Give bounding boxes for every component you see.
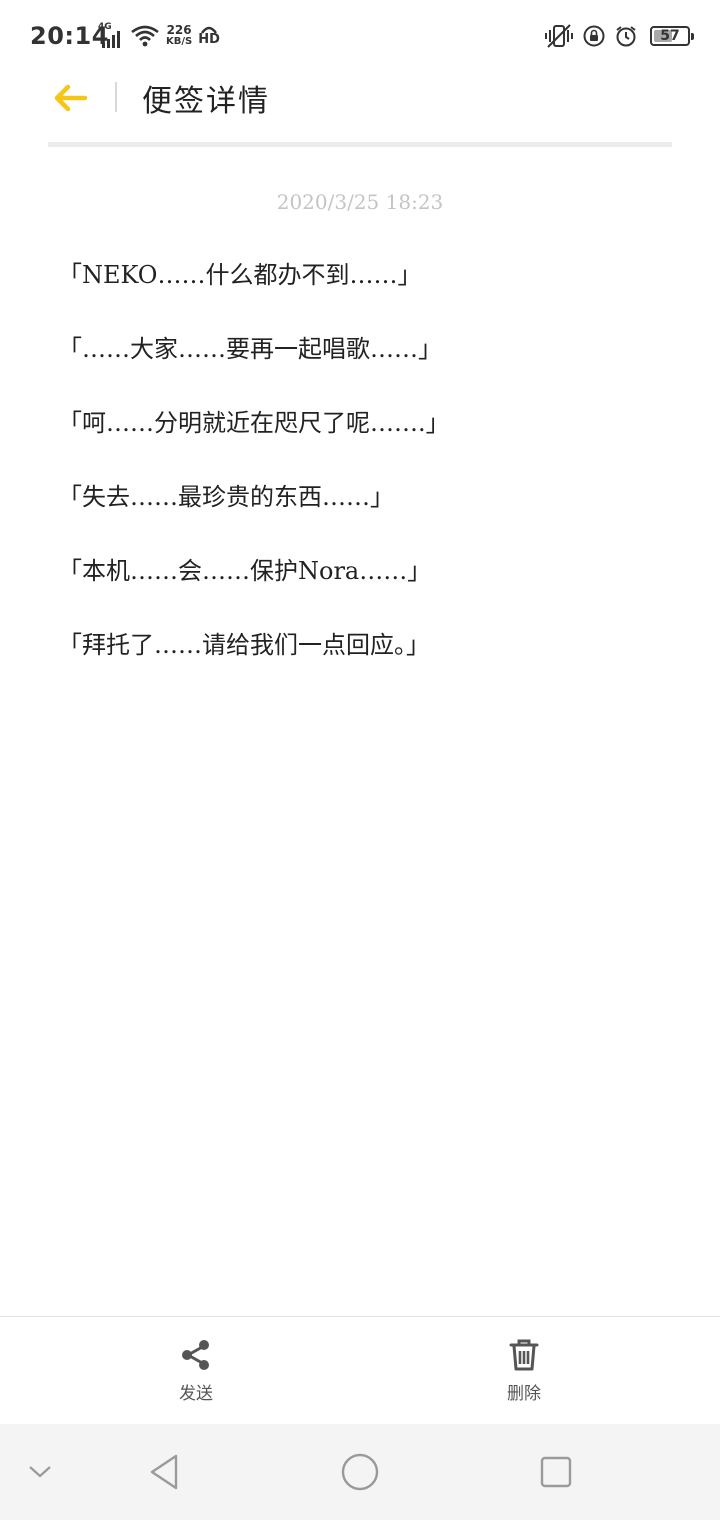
hd-call-icon: HD <box>198 26 220 46</box>
nav-recents-button[interactable] <box>532 1448 580 1496</box>
page-title: 便签详情 <box>142 84 270 119</box>
battery-icon: 57 <box>650 26 694 46</box>
net-speed-value: 226 <box>166 23 192 37</box>
send-label: 发送 <box>179 1384 213 1404</box>
nav-home-button[interactable] <box>336 1448 384 1496</box>
status-right-icons: 57 <box>544 22 694 50</box>
note-line: 「拜托了……请给我们一点回应。」 <box>58 631 430 659</box>
net-speed-unit: KB/S <box>166 36 193 47</box>
delete-button[interactable]: 删除 <box>464 1337 584 1404</box>
header-rule <box>48 142 672 147</box>
delete-label: 删除 <box>507 1384 541 1404</box>
note-timestamp: 2020/3/25 18:23 <box>276 190 444 214</box>
action-bar: 发送 删除 <box>0 1316 720 1424</box>
wifi-icon <box>131 25 159 47</box>
square-recents-icon <box>540 1456 572 1488</box>
system-nav-bar <box>0 1424 720 1520</box>
note-line: 「NEKO……什么都办不到……」 <box>58 261 422 289</box>
battery-level: 57 <box>660 28 680 44</box>
note-body[interactable]: 「NEKO……什么都办不到……」 「……大家……要再一起唱歌……」 「呵……分明… <box>58 255 678 699</box>
back-button[interactable] <box>48 76 92 120</box>
chevron-down-icon <box>29 1466 51 1478</box>
rotation-lock-icon <box>583 25 605 47</box>
cellular-signal-icon: 4G <box>98 22 124 50</box>
note-line: 「失去……最珍贵的东西……」 <box>58 483 394 511</box>
hd-label: HD <box>198 32 220 47</box>
send-button[interactable]: 发送 <box>136 1337 256 1404</box>
nav-back-button[interactable] <box>140 1448 188 1496</box>
share-icon <box>182 1340 209 1370</box>
arrow-left-icon <box>54 84 88 112</box>
vibrate-mute-icon <box>545 24 573 48</box>
note-line: 「本机……会……保护Nora……」 <box>58 557 432 585</box>
note-line: 「……大家……要再一起唱歌……」 <box>58 335 442 363</box>
nav-collapse-button[interactable] <box>16 1448 64 1496</box>
alarm-icon <box>616 26 636 47</box>
header: 便签详情 <box>0 72 720 144</box>
status-bar: 20:14 4G 226 KB/S HD 57 <box>0 0 720 72</box>
status-left-icons: 4G 226 KB/S HD <box>98 20 220 52</box>
circle-home-icon <box>341 1453 379 1491</box>
net-speed-indicator: 226 KB/S <box>166 24 192 48</box>
note-line: 「呵……分明就近在咫尺了呢…….」 <box>58 409 450 437</box>
header-divider <box>115 82 117 112</box>
trash-icon <box>509 1339 539 1371</box>
triangle-back-icon <box>150 1454 178 1490</box>
